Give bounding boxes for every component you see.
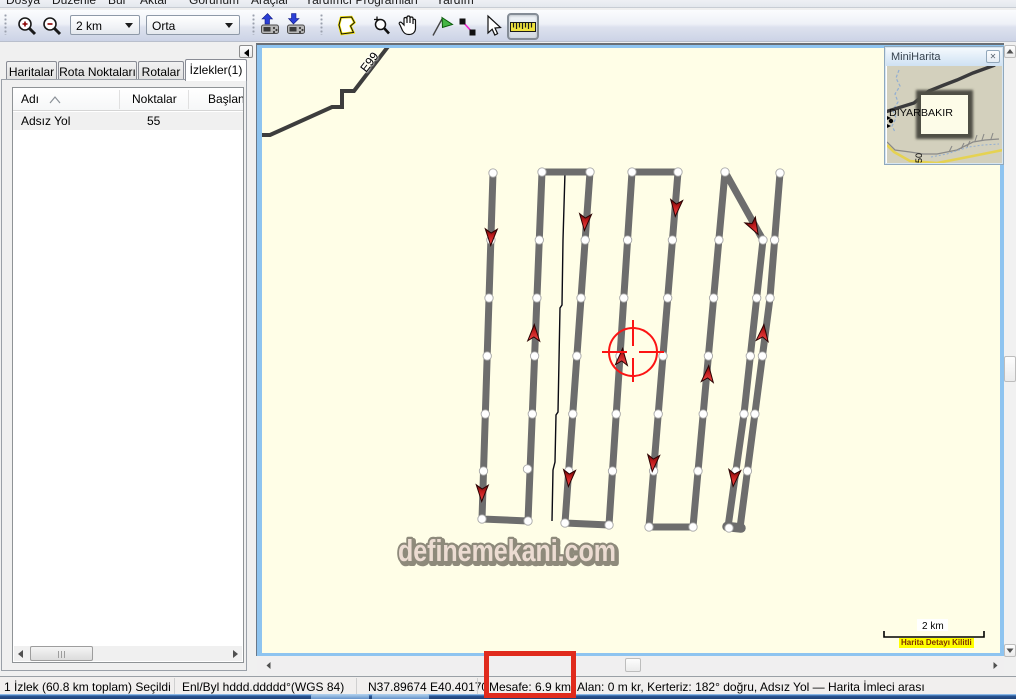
svg-text:E99: E99 xyxy=(357,49,381,75)
svg-text:DIYARBAKIR: DIYARBAKIR xyxy=(889,107,953,119)
svg-text:2 km: 2 km xyxy=(922,621,944,632)
svg-text:50: 50 xyxy=(914,153,924,163)
svg-text:definemekani.com: definemekani.com xyxy=(398,533,616,568)
